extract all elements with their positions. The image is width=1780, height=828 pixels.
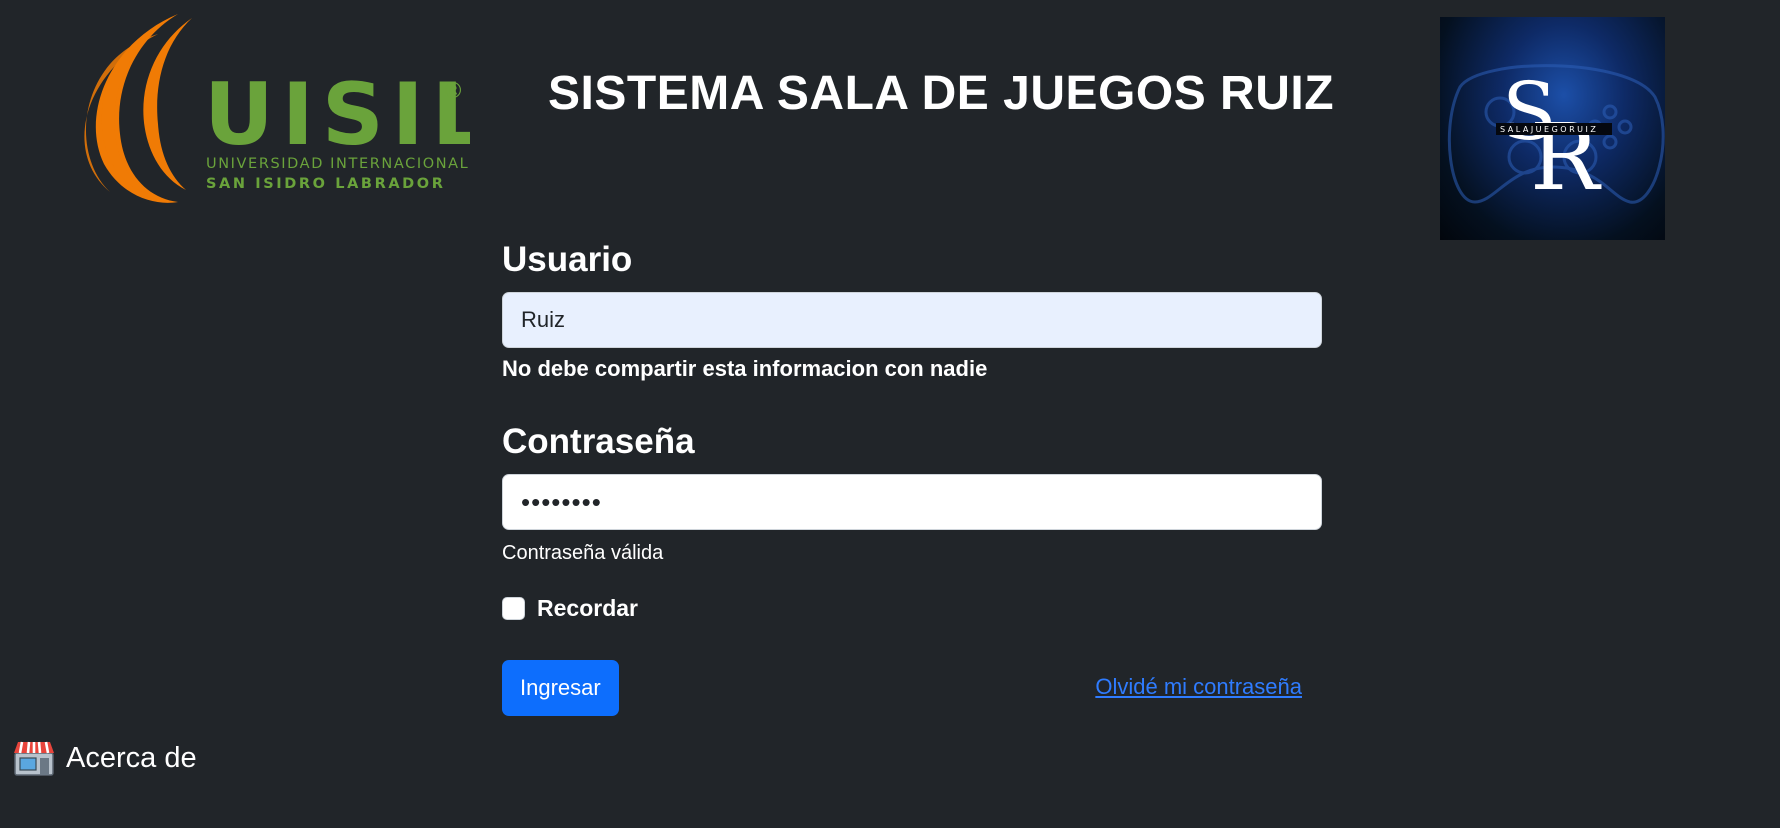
uisil-wordmark: UISIL — [204, 65, 470, 165]
page-title: SISTEMA SALA DE JUEGOS RUIZ — [548, 67, 1335, 120]
uisil-registered-mark: ® — [442, 79, 464, 104]
uisil-line2: SAN ISIDRO LABRADOR — [206, 176, 446, 192]
brand-tagline: SALAJUEGORUIZ — [1500, 125, 1598, 134]
password-valid-feedback: Contraseña válida — [502, 542, 664, 564]
about-label[interactable]: Acerca de — [66, 742, 197, 775]
password-label: Contraseña — [502, 422, 695, 461]
username-label: Usuario — [502, 240, 633, 279]
username-help-text: No debe compartir esta informacion con n… — [502, 356, 988, 381]
uisil-line1: UNIVERSIDAD INTERNACIONAL — [206, 156, 469, 172]
store-icon — [12, 740, 56, 776]
form-actions: Ingresar Olvidé mi contraseña — [502, 660, 1322, 716]
forgot-password-link[interactable]: Olvidé mi contraseña — [1095, 674, 1302, 700]
about-link[interactable]: Acerca de — [12, 740, 197, 776]
brand-logo: S R SALAJUEGORUIZ — [1440, 17, 1665, 240]
remember-checkbox[interactable] — [502, 597, 525, 620]
remember-row: Recordar — [502, 595, 1322, 622]
uisil-logo: UISIL ® UNIVERSIDAD INTERNACIONAL SAN IS… — [70, 14, 470, 206]
password-input[interactable] — [502, 474, 1322, 530]
login-button[interactable]: Ingresar — [502, 660, 619, 716]
username-input[interactable] — [502, 292, 1322, 348]
remember-label[interactable]: Recordar — [537, 595, 638, 622]
brand-monogram-r: R — [1530, 104, 1602, 211]
login-form: Usuario No debe compartir esta informaci… — [502, 240, 1322, 716]
